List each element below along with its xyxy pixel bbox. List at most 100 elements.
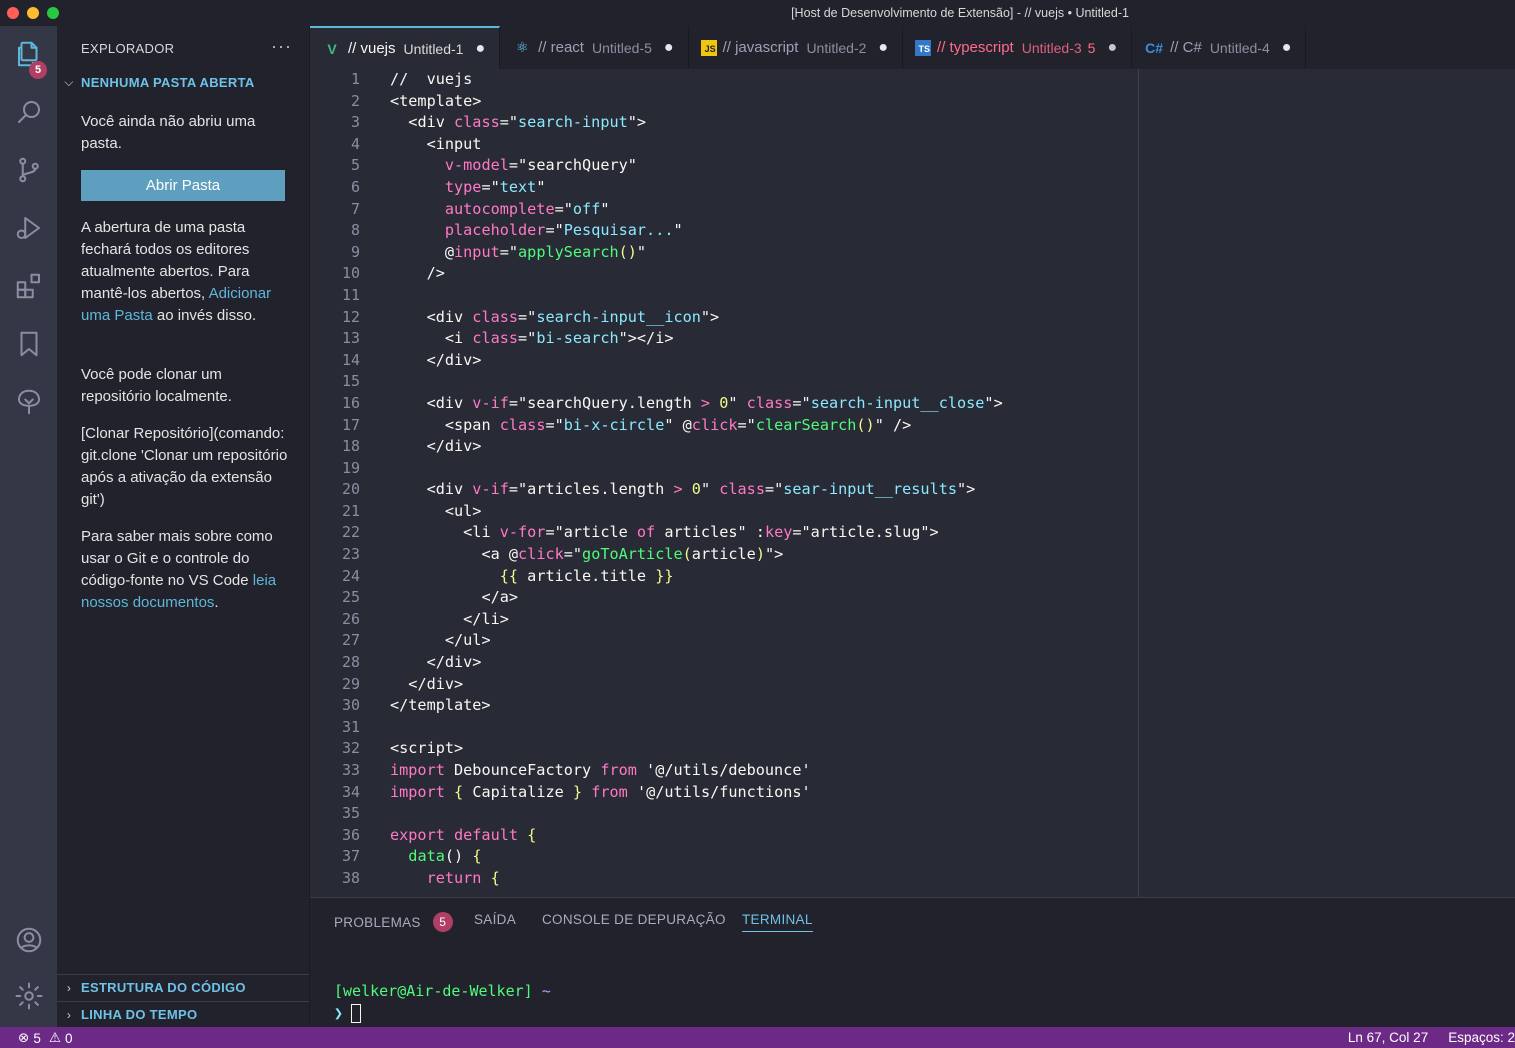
code-token: () xyxy=(618,242,637,261)
unsaved-dot-icon[interactable]: ● xyxy=(878,39,888,57)
tab-title: // C# xyxy=(1170,39,1202,56)
code-line[interactable]: /> xyxy=(390,263,1003,285)
manage-activity[interactable] xyxy=(0,972,57,1020)
indentation-setting[interactable]: Espaços: 2 xyxy=(1448,1030,1515,1045)
code-line[interactable]: <div v-if="articles.length > 0" class="s… xyxy=(390,479,1003,501)
more-actions-button[interactable]: ··· xyxy=(271,36,292,57)
unsaved-dot-icon[interactable]: ● xyxy=(475,40,485,58)
tab-editor-1[interactable]: V // vuejs Untitled-1 ● xyxy=(310,26,501,69)
remote-explorer-activity[interactable] xyxy=(0,378,57,426)
code-editor[interactable]: 1 2 3 4 5 6 7 8 9 10 11 12 13 14 15 16 17 18 19 20 21 22 23 24 2… xyxy=(310,69,1515,897)
code-line[interactable]: data() { xyxy=(390,846,1003,868)
terminal-prompt-line[interactable]: [welker@Air-de-Welker] ~ xyxy=(334,982,551,1000)
code-line[interactable]: </div> xyxy=(390,436,1003,458)
code-line[interactable]: <div class="search-input"> xyxy=(390,112,1003,134)
source-control-activity[interactable] xyxy=(0,146,57,194)
tab-editor-4[interactable]: TS // typescript Untitled-3 5 ● xyxy=(903,26,1133,69)
tab-debug-console[interactable]: CONSOLE DE DEPURAÇÃO xyxy=(542,912,726,927)
code-line[interactable]: {{ article.title }} xyxy=(390,566,1003,588)
code-line[interactable] xyxy=(390,371,1003,393)
code-token: '@/utils/debounce' xyxy=(636,761,811,779)
code-line[interactable]: </ul> xyxy=(390,630,1003,652)
section-outline[interactable]: › ESTRUTURA DO CÓDIGO xyxy=(57,974,309,1000)
problems-status[interactable]: ⊗ 5 ⚠ 0 xyxy=(18,1030,72,1046)
git-docs-info-tail: . xyxy=(214,594,219,611)
unsaved-dot-icon[interactable]: ● xyxy=(1282,39,1292,57)
line-number: 15 xyxy=(341,372,360,391)
unsaved-dot-icon[interactable]: ● xyxy=(1107,39,1117,57)
tab-editor-3[interactable]: JS // javascript Untitled-2 ● xyxy=(688,26,904,69)
code-token: =" xyxy=(518,329,537,348)
code-line[interactable]: <ul> xyxy=(390,501,1003,523)
search-activity[interactable] xyxy=(0,88,57,136)
code-line[interactable]: <span class="bi-x-circle" @click="clearS… xyxy=(390,415,1003,437)
code-line[interactable]: v-model="searchQuery" xyxy=(390,155,1003,177)
unsaved-dot-icon[interactable]: ● xyxy=(664,39,674,57)
code-token: search-input xyxy=(518,113,628,132)
code-line[interactable]: import { Capitalize } from '@/utils/func… xyxy=(390,782,1003,804)
code-line[interactable]: <div v-if="searchQuery.length > 0" class… xyxy=(390,393,1003,415)
section-timeline[interactable]: › LINHA DO TEMPO xyxy=(57,1001,309,1027)
code-line[interactable]: import DebounceFactory from '@/utils/deb… xyxy=(390,760,1003,782)
code-line[interactable]: autocomplete="off" xyxy=(390,199,1003,221)
code-token: <a xyxy=(481,545,509,564)
code-token: " @ xyxy=(664,415,692,434)
code-line[interactable]: </a> xyxy=(390,587,1003,609)
cursor-position[interactable]: Ln 67, Col 27 xyxy=(1348,1030,1428,1045)
code-line[interactable]: export default { xyxy=(390,825,1003,847)
code-line[interactable] xyxy=(390,458,1003,480)
file-type-icon: C# xyxy=(1145,39,1164,56)
code-token: from xyxy=(591,782,628,801)
extensions-activity[interactable] xyxy=(0,262,57,310)
code-lines[interactable]: // vuejs <template> <div class="search-in… xyxy=(390,69,1003,890)
explorer-activity[interactable]: 5 xyxy=(0,30,57,79)
code-line[interactable]: </div> xyxy=(390,652,1003,674)
bookmarks-activity[interactable] xyxy=(0,320,57,368)
code-line[interactable]: <a @click="goToArticle(article)"> xyxy=(390,544,1003,566)
open-folder-button[interactable]: Abrir Pasta xyxy=(81,170,285,201)
code-token: <input xyxy=(426,134,482,153)
warning-icon: ⚠ xyxy=(48,1030,61,1045)
tab-terminal[interactable]: TERMINAL xyxy=(742,912,813,932)
code-line[interactable]: <input xyxy=(390,134,1003,156)
code-token: from xyxy=(600,761,637,779)
code-line[interactable]: </template> xyxy=(390,695,1003,717)
section-no-folder-open[interactable]: ⌵ NENHUMA PASTA ABERTA xyxy=(57,69,309,95)
code-line[interactable]: </li> xyxy=(390,609,1003,631)
code-line[interactable] xyxy=(390,285,1003,307)
code-line[interactable]: </div> xyxy=(390,350,1003,372)
line-number: 2 xyxy=(350,91,360,110)
code-token: {{ xyxy=(499,566,519,585)
code-line[interactable]: <i class="bi-search"></i> xyxy=(390,328,1003,350)
tab-editor-2[interactable]: ⚛ // react Untitled-5 ● xyxy=(500,26,689,69)
code-line[interactable]: placeholder="Pesquisar..." xyxy=(390,220,1003,242)
tab-problems[interactable]: PROBLEMAS 5 xyxy=(334,912,453,932)
code-line[interactable]: <li v-for="article of articles" :key="ar… xyxy=(390,522,1003,544)
terminal-input-line[interactable]: ❯ xyxy=(334,1004,362,1023)
code-token: data xyxy=(408,847,445,866)
code-token: " xyxy=(600,199,610,218)
code-line[interactable] xyxy=(390,803,1003,825)
code-line[interactable]: type="text" xyxy=(390,177,1003,199)
code-line[interactable]: <template> xyxy=(390,91,1003,113)
accounts-activity[interactable] xyxy=(0,916,57,964)
code-line[interactable]: </div> xyxy=(390,674,1003,696)
code-line[interactable]: // vuejs xyxy=(390,69,1003,91)
code-line[interactable]: @input="applySearch()" xyxy=(390,242,1003,264)
tab-output[interactable]: SAÍDA xyxy=(474,912,516,927)
code-token: input xyxy=(454,242,500,261)
code-token: </div> xyxy=(426,437,482,456)
code-line[interactable]: return { xyxy=(390,868,1003,890)
code-line[interactable] xyxy=(390,717,1003,739)
code-token: v-if xyxy=(472,393,509,412)
code-line[interactable]: <script> xyxy=(390,738,1003,760)
code-line[interactable]: <div class="search-input__icon"> xyxy=(390,307,1003,329)
code-token: import xyxy=(390,782,445,801)
run-debug-activity[interactable] xyxy=(0,204,57,252)
tab-editor-5[interactable]: C# // C# Untitled-4 ● xyxy=(1132,26,1307,69)
